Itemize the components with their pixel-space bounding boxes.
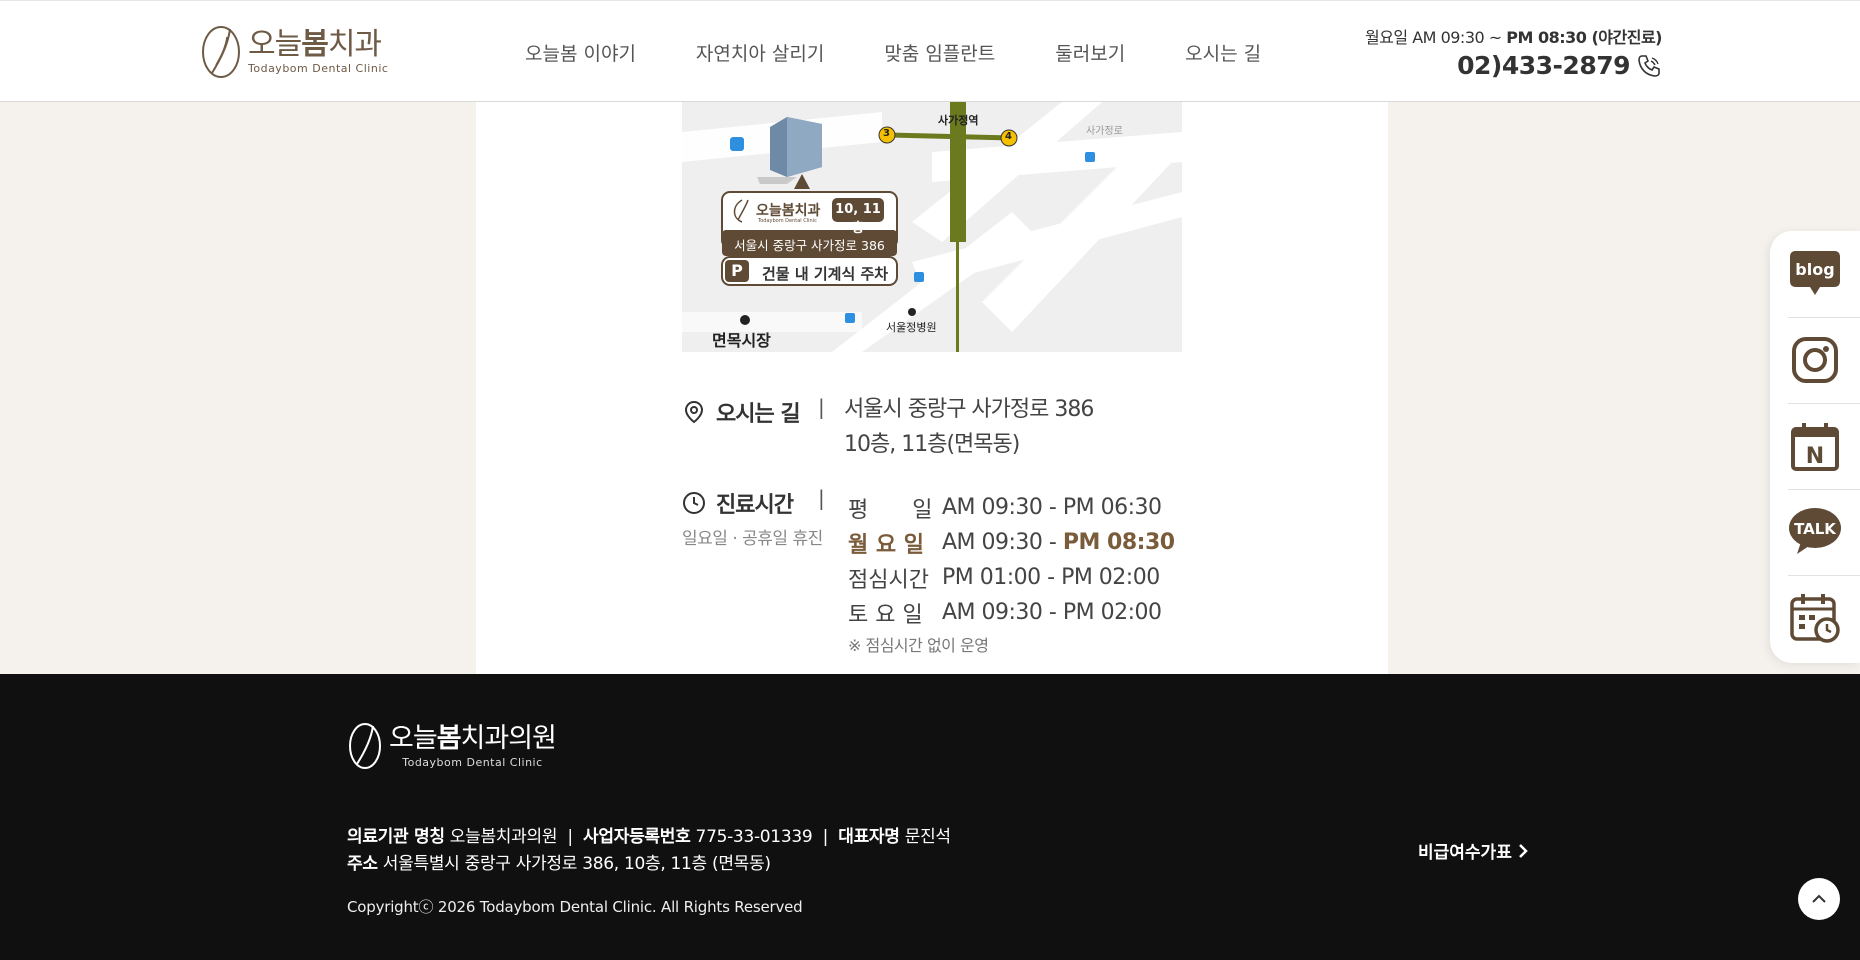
location-pin-icon (684, 400, 704, 424)
map-clinic-logo: 오늘봄치과 (756, 203, 821, 219)
address-line-1: 서울시 중랑구 사가정로 386 (844, 397, 1094, 422)
header-hours: 월요일 AM 09:30 ~ PM 08:30 (야간진료) (1364, 28, 1663, 47)
header-phone[interactable]: 02)433-2879 (1457, 51, 1662, 80)
hours-label-row: 진료시간 (682, 487, 794, 519)
schedule-row-weekday: 평 일 AM 09:30 - PM 06:30 (848, 490, 1188, 525)
footer-logo-english: Todaybom Dental Clinic (402, 756, 543, 769)
footer-logo-korean: 오늘봄치과의원 (389, 723, 557, 754)
leaf-logo-icon (202, 26, 240, 78)
blog-icon: blog (1790, 251, 1840, 295)
map-clinic-logo-en: Todaybom Dental Clinic (758, 218, 817, 224)
kakao-talk-icon: TALK (1789, 508, 1841, 554)
quick-blog[interactable]: blog (1770, 231, 1860, 317)
schedule-time: PM 01:00 - PM 02:00 (942, 565, 1160, 590)
non-covered-fee-link[interactable]: 비급여수가표 (1418, 838, 1528, 863)
location-separator: | (818, 395, 825, 419)
main-nav: 오늘봄 이야기 자연치아 살리기 맞춤 임플란트 둘러보기 오시는 길 (525, 39, 1321, 66)
site-footer: 오늘봄치과의원 Todaybom Dental Clinic 의료기관 명칭 오… (0, 674, 1860, 960)
logo-english: Todaybom Dental Clinic (248, 62, 389, 75)
schedule-time: AM 09:30 - PM 02:00 (942, 600, 1162, 625)
map-hospital-label: 서울정병원 (886, 321, 937, 334)
location-address: 서울시 중랑구 사가정로 386 10층, 11층(면목동) (844, 392, 1094, 462)
quick-instagram[interactable] (1770, 317, 1860, 403)
location-label-row: 오시는 길 (682, 396, 801, 428)
phone-icon (1638, 54, 1660, 77)
schedule-row-monday: 월 요 일 AM 09:30 - PM 08:30 (848, 525, 1188, 560)
nav-item-natural-teeth[interactable]: 자연치아 살리기 (696, 39, 824, 66)
map-drawing (682, 102, 1182, 352)
hours-separator: | (818, 486, 825, 510)
chevron-right-icon (1518, 843, 1528, 858)
map-floors: 10, 11층 (835, 202, 881, 236)
quick-kakao-talk[interactable]: TALK (1770, 489, 1860, 575)
svg-text:TALK: TALK (1794, 520, 1837, 538)
schedule-day: 토 요 일 (848, 602, 923, 628)
naver-icon: N (1791, 423, 1839, 471)
map-market-label: 면목시장 (712, 331, 771, 350)
instagram-icon (1792, 337, 1838, 383)
scroll-top-button[interactable] (1798, 878, 1840, 920)
chevron-up-icon (1812, 894, 1826, 903)
footer-logo[interactable]: 오늘봄치과의원 Todaybom Dental Clinic (347, 722, 557, 770)
schedule-table: 평 일 AM 09:30 - PM 06:30 월 요 일 AM 09:30 -… (848, 490, 1188, 656)
closed-days: 일요일 · 공휴일 휴진 (682, 529, 823, 549)
schedule-row-saturday: 토 요 일 AM 09:30 - PM 02:00 (848, 595, 1188, 630)
location-label: 오시는 길 (716, 402, 801, 427)
svg-text:blog: blog (1795, 260, 1834, 279)
directions-panel: 사가정역 3 4 사가정로 오늘봄치과 Todaybom Dental Clin… (476, 102, 1388, 674)
nav-item-directions[interactable]: 오시는 길 (1185, 39, 1261, 66)
location-map[interactable]: 사가정역 3 4 사가정로 오늘봄치과 Todaybom Dental Clin… (682, 102, 1182, 352)
quick-reservation[interactable] (1770, 575, 1860, 661)
schedule-note: ※ 점심시간 없이 운영 (848, 636, 989, 655)
quick-naver[interactable]: N (1770, 403, 1860, 489)
schedule-row-lunch: 점심시간 PM 01:00 - PM 02:00 (848, 560, 1188, 595)
clock-icon (683, 492, 705, 514)
schedule-day: 평 일 (848, 497, 933, 523)
schedule-day: 월 요 일 (848, 532, 925, 558)
map-exit-4: 4 (1005, 131, 1012, 142)
map-exit-3: 3 (883, 128, 890, 139)
schedule-time: AM 09:30 - PM 08:30 (942, 530, 1175, 555)
map-address: 서울시 중랑구 사가정로 386 (734, 238, 885, 253)
footer-business-info: 의료기관 명칭 오늘봄치과의원 | 사업자등록번호 775-33-01339 |… (347, 827, 951, 847)
nav-item-implant[interactable]: 맞춤 임플란트 (884, 39, 995, 66)
site-logo[interactable]: 오늘봄치과 Todaybom Dental Clinic (200, 23, 400, 81)
hours-label: 진료시간 (716, 493, 794, 518)
schedule-time: AM 09:30 - PM 06:30 (942, 495, 1162, 520)
map-station-label: 사가정역 (938, 114, 979, 127)
quick-links-bar: blog N TALK (1770, 231, 1860, 663)
nav-item-tour[interactable]: 둘러보기 (1055, 39, 1125, 66)
map-street-label: 사가정로 (1086, 126, 1123, 137)
address-line-2: 10층, 11층(면목동) (844, 432, 1020, 457)
parking-icon: P (731, 261, 743, 280)
reservation-calendar-icon (1790, 594, 1840, 643)
footer-copyright: Copyrightⓒ 2026 Todaybom Dental Clinic. … (347, 898, 803, 916)
phone-number[interactable]: 02)433-2879 (1457, 51, 1630, 80)
site-header: 오늘봄치과 Todaybom Dental Clinic 오늘봄 이야기 자연치… (0, 0, 1860, 102)
map-parking: 건물 내 기계식 주차 (762, 265, 889, 283)
svg-text:N: N (1806, 444, 1824, 469)
schedule-day: 점심시간 (848, 567, 929, 593)
nav-item-story[interactable]: 오늘봄 이야기 (525, 39, 636, 66)
logo-korean: 오늘봄치과 (248, 27, 382, 62)
leaf-logo-icon (349, 723, 381, 769)
footer-address: 주소 서울특별시 중랑구 사가정로 386, 10층, 11층 (면목동) (347, 854, 771, 874)
